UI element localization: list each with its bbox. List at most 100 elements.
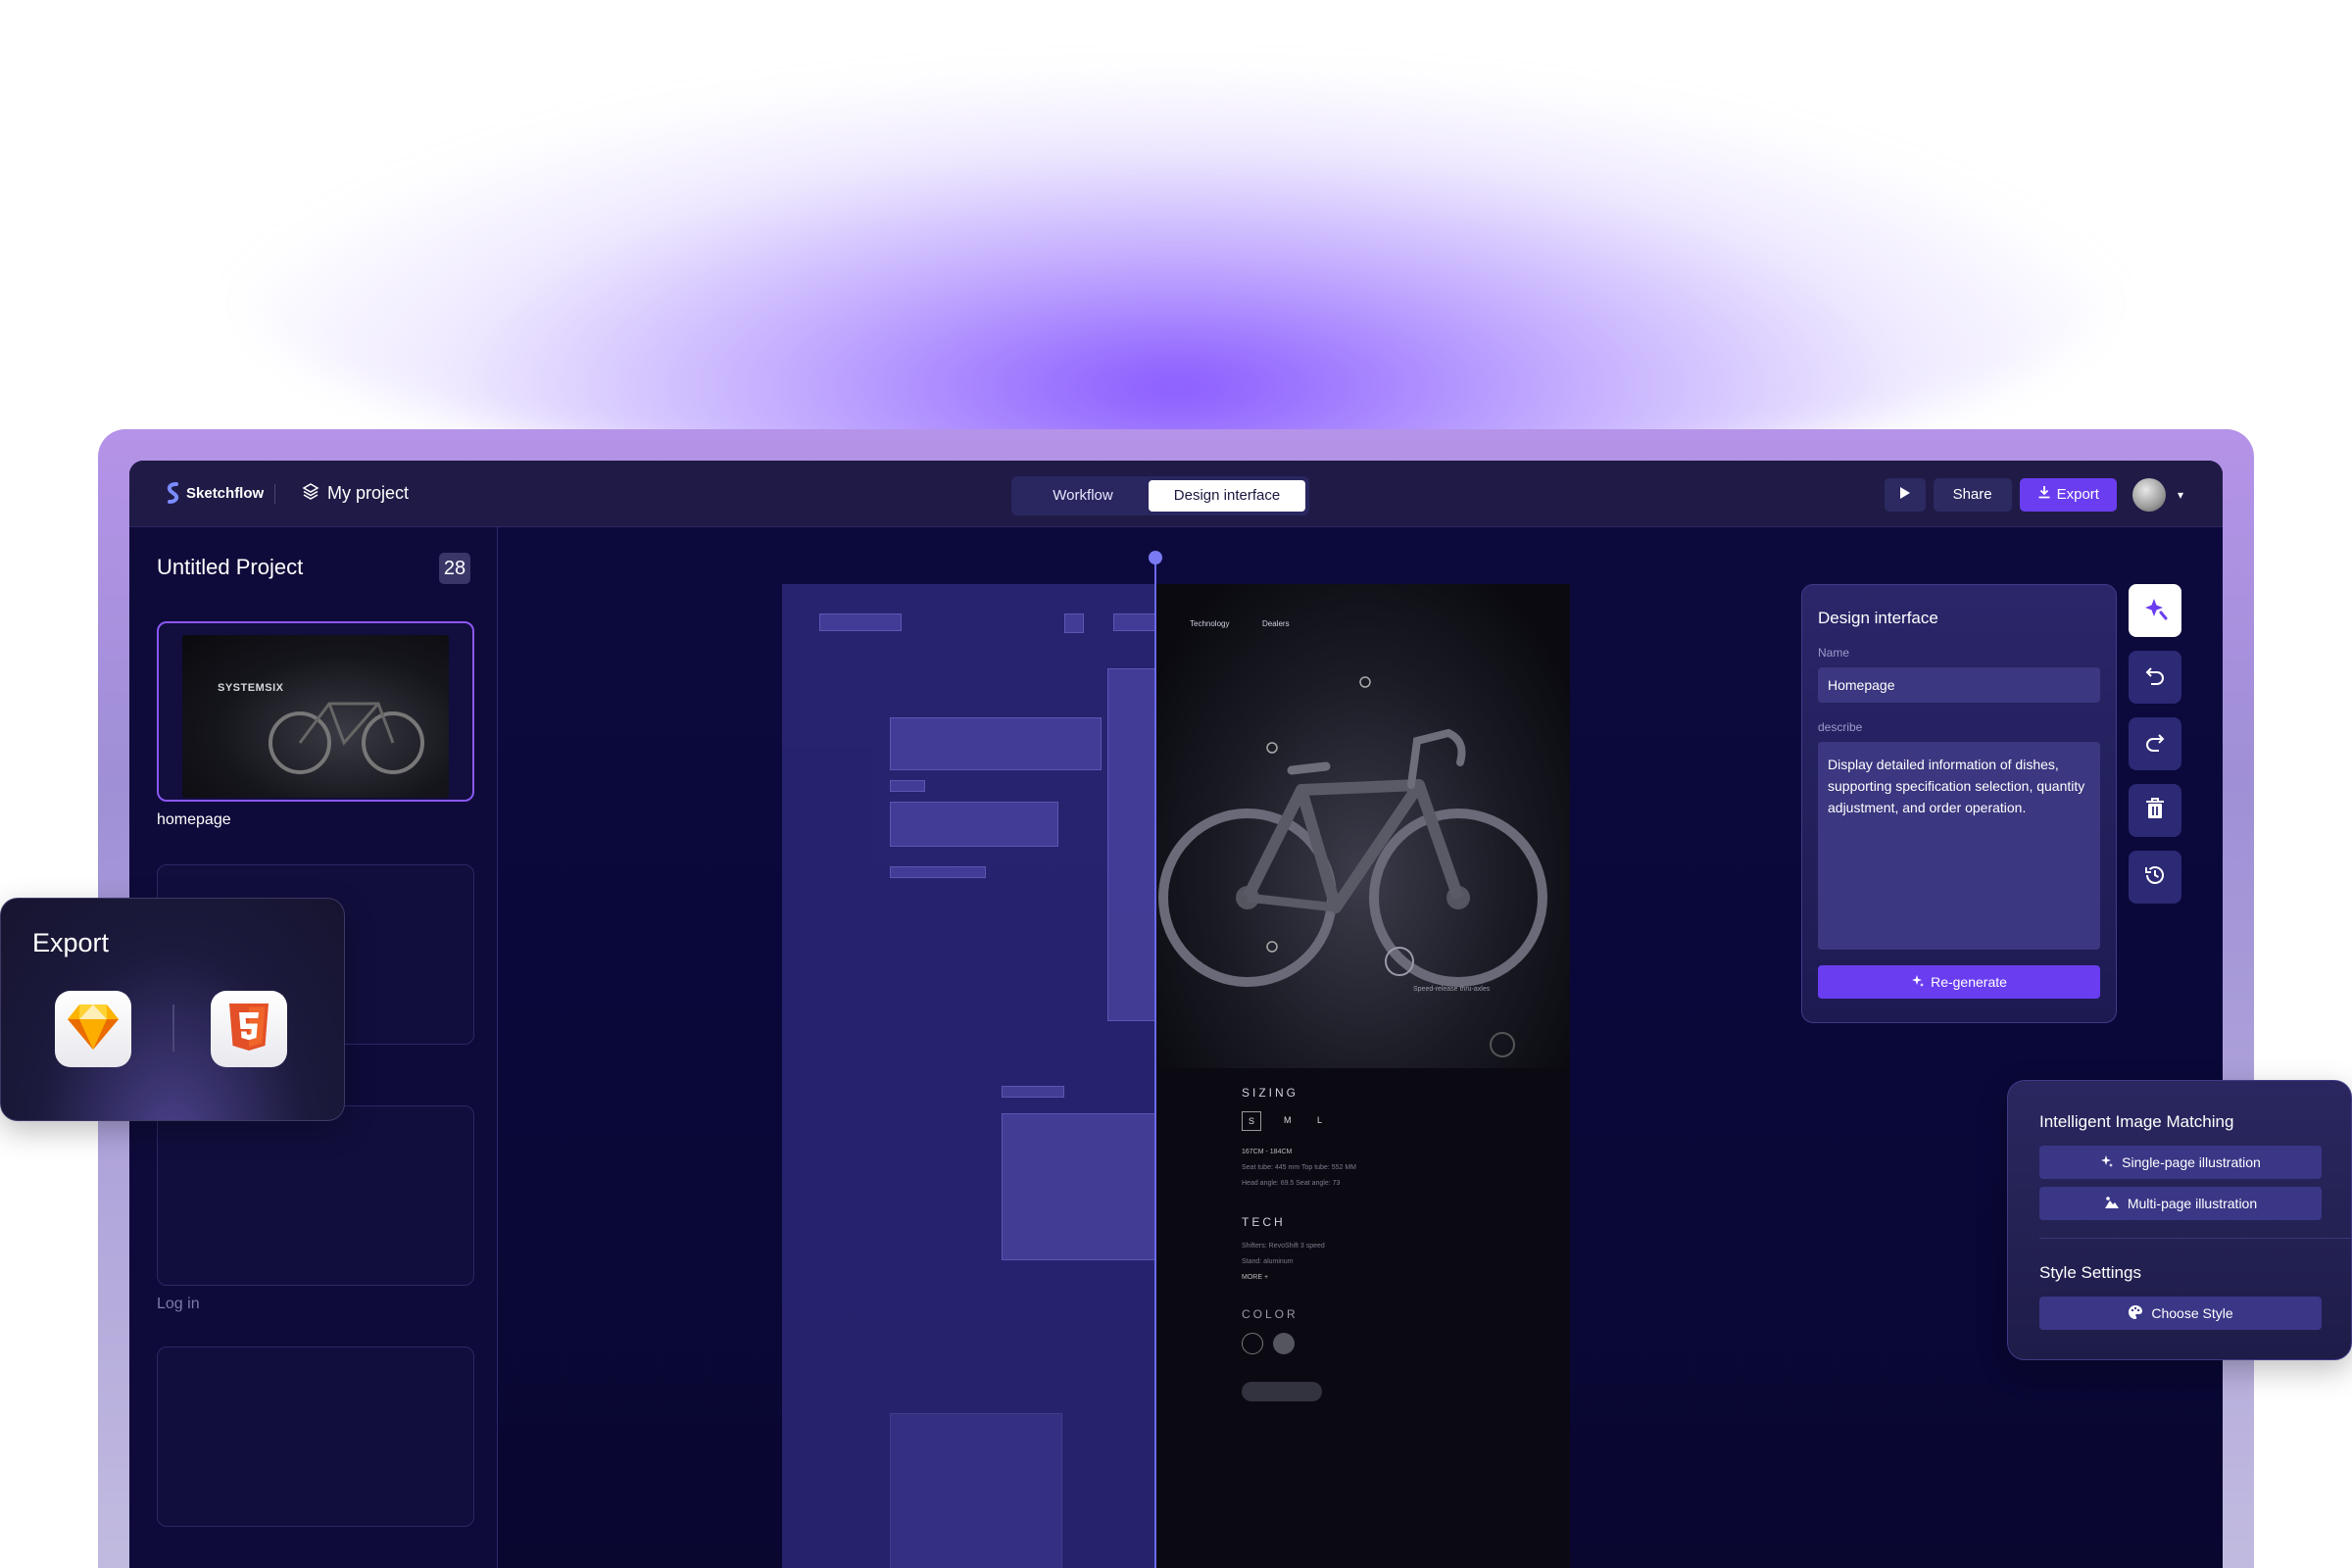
choose-style-button[interactable]: Choose Style: [2039, 1297, 2322, 1330]
mockup-callout: Speed-release thru-axles: [1413, 986, 1491, 993]
mockup-more-link: MORE +: [1242, 1274, 1269, 1281]
choose-style-label: Choose Style: [2151, 1305, 2233, 1321]
wireframe-block: [1002, 1086, 1064, 1098]
image-matching-title: Intelligent Image Matching: [2039, 1112, 2234, 1131]
toolbar-actions: Share Export ▾: [1884, 478, 2183, 512]
export-button-label: Export: [2056, 486, 2099, 503]
page-label-login: Log in: [157, 1296, 200, 1312]
sparkle-icon: [2100, 1154, 2114, 1171]
export-popup-title: Export: [32, 928, 110, 957]
page-card[interactable]: [157, 1347, 474, 1527]
wireframe-block: [819, 613, 902, 631]
mockup-nav-technology: Technology: [1190, 619, 1230, 628]
html5-icon: [227, 1003, 270, 1056]
mockup-color-heading: COLOR: [1242, 1307, 1298, 1321]
mockup-color-swatch: [1242, 1333, 1263, 1354]
palette-icon: [2128, 1304, 2143, 1323]
regenerate-button[interactable]: Re-generate: [1818, 965, 2100, 999]
wireframe-block: [890, 802, 1058, 847]
history-button[interactable]: [2129, 851, 2181, 904]
divider: [2039, 1238, 2352, 1239]
mockup-color-swatch: [1273, 1333, 1295, 1354]
wireframe-block: [890, 717, 1102, 770]
export-popup: Export: [0, 898, 345, 1121]
project-selector[interactable]: My project: [302, 482, 409, 505]
preview-button[interactable]: [1884, 478, 1926, 512]
comparison-divider[interactable]: [1154, 557, 1156, 1568]
page-card-homepage[interactable]: SYSTEMSIX: [157, 621, 474, 802]
describe-field[interactable]: Display detailed information of dishes, …: [1818, 742, 2100, 950]
sparkle-icon: [1911, 974, 1925, 991]
history-icon: [2143, 863, 2167, 892]
comparison-handle[interactable]: [1149, 551, 1162, 564]
wireframe-block: [1064, 613, 1084, 633]
stage: Sketchflow My project Workflow Design in…: [0, 0, 2352, 1568]
name-label: Name: [1818, 646, 1850, 660]
sketchflow-logo-icon: [165, 482, 180, 504]
redo-button[interactable]: [2129, 717, 2181, 770]
mockup-tech-spec: Stand: aluminum: [1242, 1258, 1294, 1265]
single-page-illustration-button[interactable]: Single-page illustration: [2039, 1146, 2322, 1179]
mode-tabs: Workflow Design interface: [1011, 476, 1309, 515]
app-logo-text: Sketchflow: [186, 484, 265, 502]
design-mockup[interactable]: Technology Dealers Speed-release thru-ax…: [1154, 584, 1570, 1568]
page-card[interactable]: [157, 1105, 474, 1286]
undo-button[interactable]: [2129, 651, 2181, 704]
sketch-icon: [66, 1003, 121, 1056]
magic-icon: [2142, 596, 2168, 626]
mountain-image-icon: [2104, 1196, 2120, 1212]
multi-page-label: Multi-page illustration: [2127, 1196, 2258, 1211]
download-icon: [2037, 478, 2051, 512]
design-interface-panel: Design interface Name Homepage describe …: [1801, 584, 2117, 1023]
avatar[interactable]: [2132, 478, 2166, 512]
ai-assistant-button[interactable]: [2129, 584, 2181, 637]
panel-title: Design interface: [1818, 609, 1938, 627]
export-sketch-button[interactable]: [55, 991, 131, 1067]
wireframe-block: [1002, 1113, 1176, 1260]
wireframe-block: [890, 780, 925, 792]
name-field[interactable]: Homepage: [1818, 667, 2100, 703]
project-title: Untitled Project: [157, 555, 304, 579]
share-button[interactable]: Share: [1933, 478, 2012, 512]
mockup-tech-heading: TECH: [1242, 1215, 1286, 1229]
multi-page-illustration-button[interactable]: Multi-page illustration: [2039, 1187, 2322, 1220]
wireframe-artboard[interactable]: [782, 584, 1176, 1568]
play-icon: [1899, 486, 1911, 505]
mockup-size-range: 167CM - 184CM: [1242, 1149, 1293, 1155]
layers-icon: [302, 482, 319, 505]
page-count-badge: 28: [439, 553, 470, 584]
export-html-button[interactable]: [211, 991, 287, 1067]
redo-icon: [2143, 730, 2167, 759]
mockup-tech-spec: Shifters: RevoShift 3 speed: [1242, 1243, 1325, 1250]
background-glow: [235, 78, 2117, 490]
mockup-size-specs: Seat tube: 445 mm Top tube: 552 MM: [1242, 1164, 1356, 1171]
delete-button[interactable]: [2129, 784, 2181, 837]
describe-label: describe: [1818, 720, 1863, 734]
image-matching-popup: Intelligent Image Matching Single-page i…: [2007, 1080, 2352, 1360]
divider: [274, 484, 275, 504]
bicycle-image-icon: [1158, 676, 1547, 1057]
mockup-hero: Technology Dealers Speed-release thru-ax…: [1154, 584, 1570, 1068]
regenerate-label: Re-generate: [1931, 974, 2007, 990]
trash-icon: [2144, 797, 2166, 825]
wireframe-block: [890, 1413, 1062, 1568]
tab-design-interface[interactable]: Design interface: [1149, 480, 1305, 512]
export-button[interactable]: Export: [2019, 478, 2117, 512]
mockup-nav-dealers: Dealers: [1262, 619, 1290, 628]
page-label-homepage: homepage: [157, 811, 231, 828]
mockup-sizing-heading: SIZING: [1242, 1086, 1299, 1100]
undo-icon: [2143, 663, 2167, 692]
divider: [172, 1004, 174, 1052]
mockup-size-specs: Head angle: 69.5 Seat angle: 73: [1242, 1180, 1341, 1187]
project-name: My project: [327, 483, 410, 503]
wireframe-block: [890, 866, 986, 878]
style-settings-title: Style Settings: [2039, 1263, 2141, 1282]
page-thumbnail: SYSTEMSIX: [182, 635, 449, 798]
chevron-down-icon[interactable]: ▾: [2178, 488, 2183, 502]
mockup-buy-button: [1242, 1382, 1322, 1401]
top-bar: Sketchflow My project Workflow Design in…: [129, 461, 2223, 527]
single-page-label: Single-page illustration: [2122, 1154, 2261, 1170]
mockup-size-m: M: [1284, 1115, 1292, 1125]
app-logo[interactable]: Sketchflow: [165, 482, 264, 504]
tab-workflow[interactable]: Workflow: [1019, 480, 1147, 512]
